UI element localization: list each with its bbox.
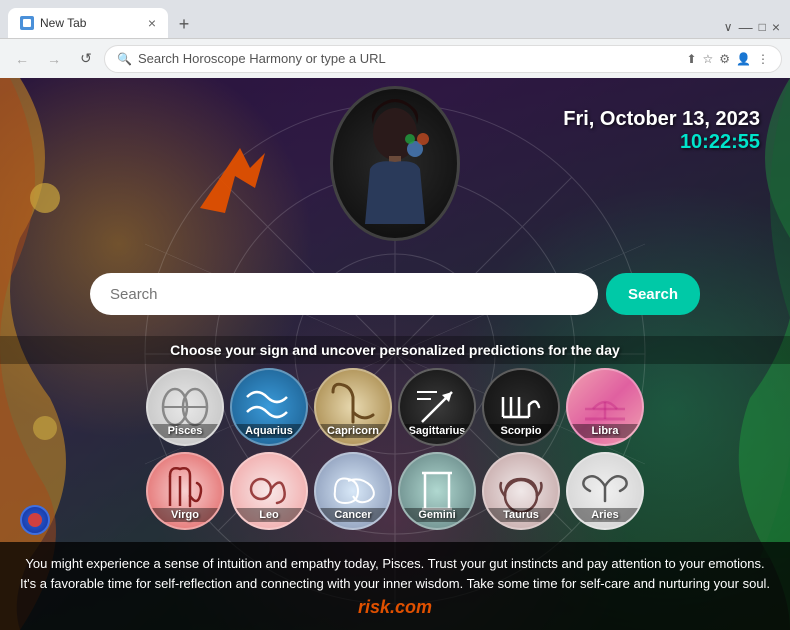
tagline-text: Choose your sign and uncover personalize… xyxy=(0,336,790,364)
zodiac-row-1: Pisces Aquarius Capricorn Sagittarius xyxy=(78,368,712,446)
taurus-label: Taurus xyxy=(484,508,558,522)
taurus-circle[interactable]: Taurus xyxy=(482,452,560,530)
nav-bar: ← → ↺ 🔍 Search Horoscope Harmony or type… xyxy=(0,38,790,78)
arrow-overlay xyxy=(190,138,270,223)
address-bar[interactable]: 🔍 Search Horoscope Harmony or type a URL… xyxy=(104,45,782,73)
aquarius-label: Aquarius xyxy=(232,424,306,438)
aries-label: Aries xyxy=(568,508,642,522)
tab-close-button[interactable]: × xyxy=(148,16,156,30)
zodiac-virgo[interactable]: Virgo xyxy=(146,452,224,530)
window-maximize-button[interactable]: □ xyxy=(759,20,766,34)
aquarius-circle[interactable]: Aquarius xyxy=(230,368,308,446)
back-button[interactable]: ← xyxy=(8,45,36,73)
libra-label: Libra xyxy=(568,424,642,438)
cancer-label: Cancer xyxy=(316,508,390,522)
gemini-label: Gemini xyxy=(400,508,474,522)
time-display: 10:22:55 xyxy=(563,131,760,154)
scorpio-label: Scorpio xyxy=(484,424,558,438)
window-close-button[interactable]: × xyxy=(772,19,780,35)
virgo-circle[interactable]: Virgo xyxy=(146,452,224,530)
menu-icon[interactable]: ⋮ xyxy=(757,52,769,66)
watermark: risk.com xyxy=(16,597,774,618)
extensions-icon[interactable]: ⚙ xyxy=(719,52,730,66)
description-box: You might experience a sense of intuitio… xyxy=(0,542,790,630)
pisces-circle[interactable]: Pisces xyxy=(146,368,224,446)
search-container: Search xyxy=(90,273,700,315)
zodiac-aries[interactable]: Aries xyxy=(566,452,644,530)
forward-button[interactable]: → xyxy=(40,45,68,73)
address-bar-actions: ⬆ ☆ ⚙ 👤 ⋮ xyxy=(686,52,769,66)
cursor-dot-inner xyxy=(28,513,42,527)
virgo-label: Virgo xyxy=(148,508,222,522)
center-image xyxy=(330,86,460,241)
share-icon[interactable]: ⬆ xyxy=(686,52,696,66)
zodiac-capricorn[interactable]: Capricorn xyxy=(314,368,392,446)
aries-circle[interactable]: Aries xyxy=(566,452,644,530)
refresh-button[interactable]: ↺ xyxy=(72,45,100,73)
capricorn-circle[interactable]: Capricorn xyxy=(314,368,392,446)
window-collapse-button[interactable]: ∨ xyxy=(724,20,733,34)
pisces-label: Pisces xyxy=(148,424,222,438)
libra-circle[interactable]: Libra xyxy=(566,368,644,446)
bookmark-icon[interactable]: ☆ xyxy=(703,52,714,66)
browser-chrome: New Tab × + ∨ — □ × ← → ↺ 🔍 Search Horos… xyxy=(0,0,790,78)
datetime-box: Fri, October 13, 2023 10:22:55 xyxy=(563,108,760,154)
scorpio-circle[interactable]: Scorpio xyxy=(482,368,560,446)
leo-circle[interactable]: Leo xyxy=(230,452,308,530)
date-display: Fri, October 13, 2023 xyxy=(563,108,760,131)
zodiac-row-2: Virgo Leo Cancer Gemini xyxy=(78,452,712,530)
zodiac-sagittarius[interactable]: Sagittarius xyxy=(398,368,476,446)
sagittarius-label: Sagittarius xyxy=(400,424,474,438)
leo-label: Leo xyxy=(232,508,306,522)
search-button[interactable]: Search xyxy=(606,273,700,315)
active-tab[interactable]: New Tab × xyxy=(8,8,168,38)
gemini-circle[interactable]: Gemini xyxy=(398,452,476,530)
capricorn-label: Capricorn xyxy=(316,424,390,438)
search-icon: 🔍 xyxy=(117,52,132,66)
address-text: Search Horoscope Harmony or type a URL xyxy=(138,51,681,66)
zodiac-aquarius[interactable]: Aquarius xyxy=(230,368,308,446)
cancer-circle[interactable]: Cancer xyxy=(314,452,392,530)
cursor-indicator xyxy=(20,505,50,535)
zodiac-libra[interactable]: Libra xyxy=(566,368,644,446)
page-content: Fri, October 13, 2023 10:22:55 Search Ch… xyxy=(0,78,790,630)
zodiac-leo[interactable]: Leo xyxy=(230,452,308,530)
zodiac-cancer[interactable]: Cancer xyxy=(314,452,392,530)
tab-favicon xyxy=(20,16,34,30)
tab-title: New Tab xyxy=(40,16,140,30)
search-input[interactable] xyxy=(90,273,598,315)
zodiac-pisces[interactable]: Pisces xyxy=(146,368,224,446)
zodiac-scorpio[interactable]: Scorpio xyxy=(482,368,560,446)
zodiac-taurus[interactable]: Taurus xyxy=(482,452,560,530)
profile-icon[interactable]: 👤 xyxy=(736,52,751,66)
new-tab-button[interactable]: + xyxy=(172,12,196,36)
sagittarius-circle[interactable]: Sagittarius xyxy=(398,368,476,446)
zodiac-gemini[interactable]: Gemini xyxy=(398,452,476,530)
window-minimize-button[interactable]: — xyxy=(739,19,753,35)
description-text: You might experience a sense of intuitio… xyxy=(16,554,774,593)
